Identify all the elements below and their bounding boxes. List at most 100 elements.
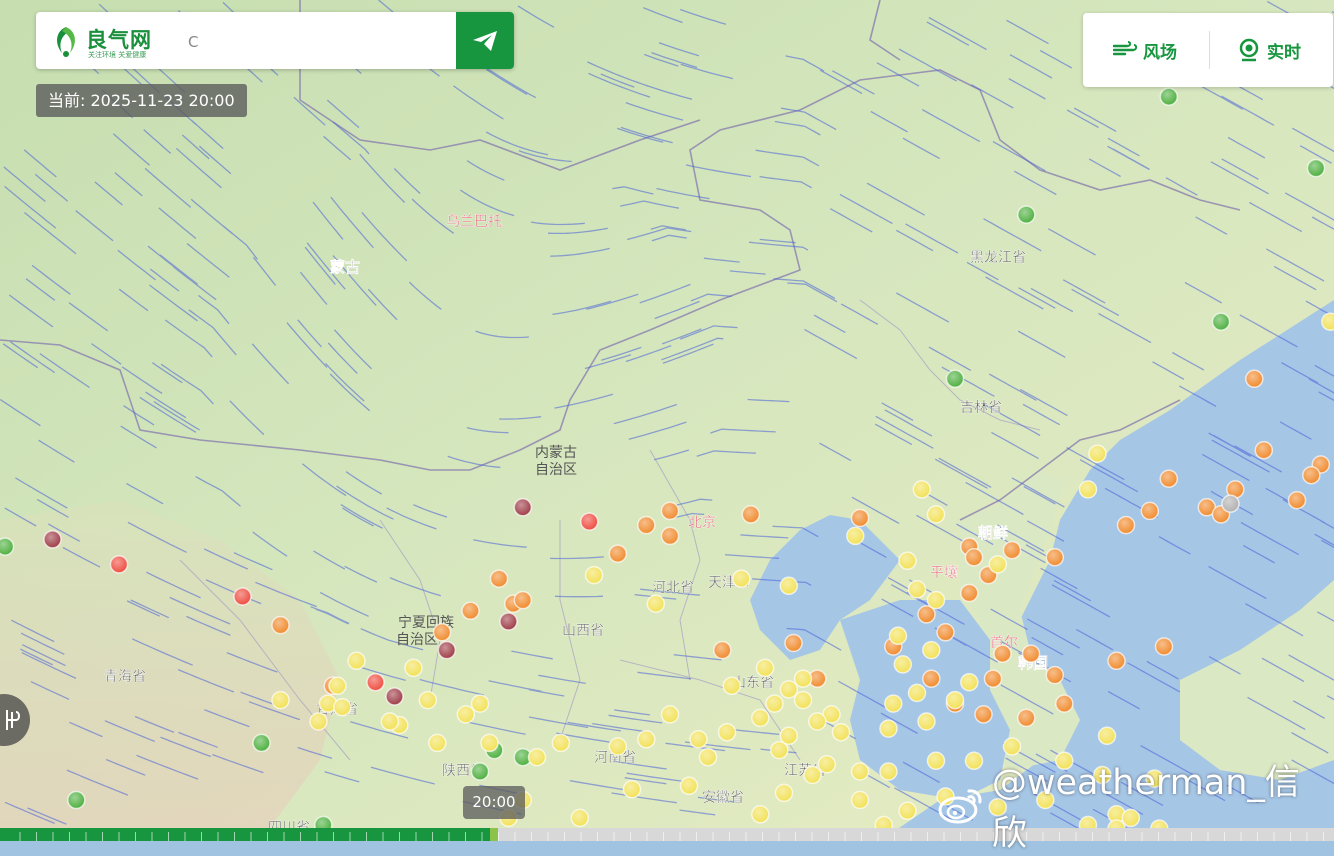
aqi-station-light[interactable] bbox=[1245, 369, 1264, 389]
aqi-station-moderate[interactable] bbox=[917, 712, 936, 731]
aqi-station-moderate[interactable] bbox=[646, 594, 666, 613]
aqi-station-light[interactable] bbox=[1107, 651, 1126, 671]
aqi-station-light[interactable] bbox=[660, 501, 680, 521]
air-quality-map[interactable]: 乌兰巴托蒙古 黑龙江省吉林省内蒙古自治区北京天津市河北省山西省山东省宁夏回族自治区… bbox=[0, 0, 1334, 841]
aqi-station-moderate_pol[interactable] bbox=[580, 512, 599, 531]
aqi-station-light[interactable] bbox=[983, 669, 1003, 688]
aqi-station-moderate[interactable] bbox=[271, 690, 290, 710]
aqi-station-good[interactable] bbox=[470, 762, 490, 781]
aqi-station-moderate[interactable] bbox=[380, 712, 400, 731]
aqi-station-moderate[interactable] bbox=[333, 697, 352, 717]
aqi-station-heavy[interactable] bbox=[43, 530, 62, 549]
aqi-station-light[interactable] bbox=[922, 669, 941, 688]
aqi-station-light[interactable] bbox=[1045, 665, 1065, 685]
aqi-station-moderate[interactable] bbox=[584, 565, 604, 585]
aqi-station-moderate[interactable] bbox=[850, 790, 870, 810]
aqi-station-moderate[interactable] bbox=[765, 694, 784, 713]
aqi-station-light[interactable] bbox=[964, 548, 984, 567]
aqi-station-moderate[interactable] bbox=[779, 680, 799, 699]
aqi-station-light[interactable] bbox=[608, 544, 628, 563]
aqi-station-light[interactable] bbox=[741, 505, 761, 524]
aqi-station-good[interactable] bbox=[1306, 158, 1326, 178]
aqi-station-light[interactable] bbox=[660, 526, 680, 546]
aqi-station-good[interactable] bbox=[252, 733, 271, 753]
aqi-station-heavy[interactable] bbox=[513, 498, 533, 517]
aqi-station-moderate[interactable] bbox=[770, 740, 789, 760]
aqi-station-light[interactable] bbox=[974, 705, 993, 724]
aqi-station-moderate[interactable] bbox=[898, 551, 917, 571]
aqi-station-good[interactable] bbox=[1017, 205, 1036, 224]
aqi-station-light[interactable] bbox=[1045, 548, 1065, 567]
aqi-station-moderate[interactable] bbox=[922, 640, 941, 660]
aqi-station-heavy[interactable] bbox=[499, 612, 518, 631]
aqi-station-moderate[interactable] bbox=[850, 762, 870, 781]
aqi-station-light[interactable] bbox=[513, 590, 533, 610]
aqi-station-light[interactable] bbox=[1116, 515, 1136, 535]
aqi-station-light[interactable] bbox=[1055, 694, 1074, 713]
aqi-station-moderate[interactable] bbox=[456, 705, 476, 724]
aqi-station-moderate[interactable] bbox=[470, 694, 490, 713]
aqi-station-moderate[interactable] bbox=[793, 669, 813, 688]
aqi-station-moderate[interactable] bbox=[1078, 480, 1098, 499]
aqi-station-moderate[interactable] bbox=[1002, 737, 1022, 756]
aqi-station-moderate[interactable] bbox=[755, 658, 775, 678]
aqi-station-moderate[interactable] bbox=[831, 722, 851, 742]
aqi-station-moderate[interactable] bbox=[404, 658, 423, 678]
search-input[interactable] bbox=[186, 29, 440, 55]
aqi-station-moderate[interactable] bbox=[637, 730, 656, 749]
aqi-station-good[interactable] bbox=[0, 537, 15, 556]
aqi-station-moderate[interactable] bbox=[551, 733, 571, 753]
aqi-station-moderate_pol[interactable] bbox=[366, 672, 385, 692]
aqi-station-moderate[interactable] bbox=[808, 712, 827, 731]
aqi-station-moderate[interactable] bbox=[698, 747, 718, 767]
aqi-station-moderate[interactable] bbox=[722, 676, 742, 696]
aqi-station-moderate[interactable] bbox=[926, 751, 946, 771]
aqi-station-moderate[interactable] bbox=[893, 655, 913, 674]
aqi-station-moderate[interactable] bbox=[570, 808, 590, 828]
aqi-station-moderate[interactable] bbox=[988, 555, 1008, 574]
aqi-station-moderate[interactable] bbox=[347, 651, 366, 671]
aqi-station-good[interactable] bbox=[945, 369, 965, 389]
aqi-station-light[interactable] bbox=[1302, 465, 1321, 485]
aqi-station-moderate[interactable] bbox=[418, 690, 438, 710]
aqi-station-moderate[interactable] bbox=[1321, 312, 1334, 331]
wind-field-button[interactable]: 风场 bbox=[1113, 35, 1177, 65]
aqi-station-moderate[interactable] bbox=[751, 708, 770, 728]
aqi-station-heavy[interactable] bbox=[385, 687, 404, 706]
aqi-station-moderate[interactable] bbox=[480, 733, 499, 753]
aqi-station-moderate[interactable] bbox=[608, 737, 628, 756]
aqi-station-moderate_pol[interactable] bbox=[233, 587, 252, 606]
search-button[interactable] bbox=[456, 12, 514, 69]
aqi-station-moderate[interactable] bbox=[898, 801, 917, 821]
aqi-station-light[interactable] bbox=[432, 623, 452, 642]
aqi-station-light[interactable] bbox=[713, 640, 732, 660]
aqi-station-moderate[interactable] bbox=[793, 690, 813, 710]
aqi-station-moderate[interactable] bbox=[774, 783, 794, 803]
aqi-station-moderate[interactable] bbox=[879, 762, 898, 781]
aqi-station-light[interactable] bbox=[1021, 644, 1041, 663]
aqi-station-heavy[interactable] bbox=[437, 640, 457, 660]
aqi-station-moderate[interactable] bbox=[527, 747, 547, 767]
aqi-station-moderate[interactable] bbox=[907, 683, 927, 703]
aqi-station-moderate[interactable] bbox=[879, 719, 898, 738]
realtime-button[interactable]: 实时 bbox=[1237, 35, 1301, 65]
aqi-station-moderate[interactable] bbox=[732, 569, 751, 588]
aqi-station-light[interactable] bbox=[489, 569, 509, 588]
aqi-station-light[interactable] bbox=[271, 615, 290, 635]
aqi-station-moderate[interactable] bbox=[689, 730, 708, 749]
aqi-station-moderate[interactable] bbox=[622, 780, 642, 799]
aqi-station-light[interactable] bbox=[1002, 540, 1022, 560]
aqi-station-moderate[interactable] bbox=[926, 590, 946, 610]
aqi-station-moderate[interactable] bbox=[660, 705, 680, 724]
aqi-station-moderate[interactable] bbox=[309, 712, 328, 731]
aqi-station-moderate[interactable] bbox=[846, 526, 865, 546]
aqi-station-moderate[interactable] bbox=[751, 805, 770, 824]
aqi-station-light[interactable] bbox=[850, 508, 870, 528]
aqi-station-moderate[interactable] bbox=[779, 576, 799, 596]
aqi-station-moderate[interactable] bbox=[817, 755, 837, 774]
aqi-station-moderate[interactable] bbox=[964, 751, 984, 771]
aqi-station-moderate[interactable] bbox=[428, 733, 447, 753]
aqi-station-moderate[interactable] bbox=[884, 694, 903, 713]
aqi-station-light[interactable] bbox=[936, 623, 955, 642]
aqi-station-light[interactable] bbox=[1287, 490, 1307, 510]
